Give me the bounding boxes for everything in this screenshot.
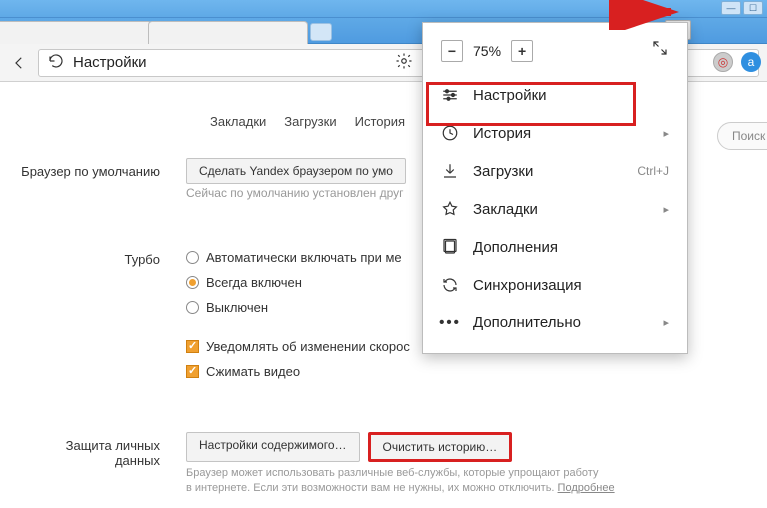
menu-item-settings[interactable]: Настройки [423, 76, 687, 114]
window-maximize-button[interactable]: ☐ [743, 1, 763, 15]
section-label-privacy: Защита личныхданных [0, 438, 160, 468]
checkbox-label: Сжимать видео [206, 364, 300, 379]
make-default-browser-button[interactable]: Сделать Yandex браузером по умо [186, 158, 406, 184]
menu-item-addons[interactable]: Дополнения [423, 228, 687, 266]
chevron-right-icon: ▸ [663, 127, 669, 140]
menu-item-downloads[interactable]: Загрузки Ctrl+J [423, 152, 687, 190]
extension-icon[interactable]: a [741, 52, 761, 72]
settings-search-input[interactable]: Поиск на [717, 122, 767, 150]
sliders-icon [441, 86, 459, 104]
privacy-hint: Браузер может использовать различные веб… [186, 466, 615, 497]
zoom-out-button[interactable]: − [441, 40, 463, 62]
menu-item-label: История [473, 125, 531, 142]
section-label-default-browser: Браузер по умолчанию [0, 164, 160, 179]
default-browser-hint: Сейчас по умолчанию установлен друг [186, 186, 404, 200]
section-label-turbo: Турбо [0, 252, 160, 267]
turbo-radio-always[interactable]: Всегда включен [186, 275, 410, 290]
turbo-check-notify[interactable]: Уведомлять об изменении скорос [186, 339, 410, 354]
menu-item-label: Синхронизация [473, 277, 582, 294]
reload-icon[interactable] [47, 52, 65, 73]
addons-icon [441, 238, 459, 256]
turbo-check-compress[interactable]: Сжимать видео [186, 364, 410, 379]
menu-item-label: Закладки [473, 201, 538, 218]
menu-item-label: Загрузки [473, 163, 533, 180]
radio-label: Выключен [206, 300, 268, 315]
download-icon [441, 162, 459, 180]
annotation-arrow [609, 0, 689, 30]
address-bar-title: Настройки [73, 54, 147, 71]
radio-label: Всегда включен [206, 275, 302, 290]
clear-history-button[interactable]: Очистить историю… [368, 432, 513, 462]
tab-history[interactable]: История [355, 114, 405, 129]
new-tab-button[interactable] [310, 23, 332, 41]
back-button[interactable] [8, 52, 30, 74]
menu-item-label: Дополнительно [473, 314, 581, 331]
menu-shortcut: Ctrl+J [637, 164, 669, 178]
chevron-right-icon: ▸ [663, 316, 669, 329]
chevron-right-icon: ▸ [663, 203, 669, 216]
gear-icon[interactable] [395, 52, 413, 75]
sync-icon [441, 276, 459, 294]
fullscreen-icon[interactable] [651, 39, 669, 62]
menu-item-sync[interactable]: Синхронизация [423, 266, 687, 304]
turbo-radio-auto[interactable]: Автоматически включать при ме [186, 250, 410, 265]
more-icon: ••• [441, 314, 459, 331]
zoom-in-button[interactable]: + [511, 40, 533, 62]
turbo-radio-off[interactable]: Выключен [186, 300, 410, 315]
menu-item-bookmarks[interactable]: Закладки ▸ [423, 190, 687, 228]
checkbox-label: Уведомлять об изменении скорос [206, 339, 410, 354]
history-icon [441, 124, 459, 142]
zoom-value: 75% [473, 43, 501, 59]
browser-tab[interactable] [148, 21, 308, 44]
menu-item-label: Настройки [473, 87, 547, 104]
privacy-more-link[interactable]: Подробнее [558, 482, 615, 494]
content-settings-button[interactable]: Настройки содержимого… [186, 432, 360, 462]
star-icon [441, 200, 459, 218]
browser-tab[interactable] [0, 21, 152, 44]
radio-label: Автоматически включать при ме [206, 250, 402, 265]
menu-item-more[interactable]: ••• Дополнительно ▸ [423, 304, 687, 341]
menu-item-history[interactable]: История ▸ [423, 114, 687, 152]
tab-downloads[interactable]: Загрузки [284, 114, 336, 129]
settings-tabs: Закладки Загрузки История [210, 114, 405, 129]
menu-item-label: Дополнения [473, 239, 558, 256]
main-menu-dropdown: − 75% + Настройки История ▸ Загрузки Ctr… [422, 22, 688, 354]
extension-icon[interactable]: ◎ [713, 52, 733, 72]
window-minimize-button[interactable]: — [721, 1, 741, 15]
tab-bookmarks[interactable]: Закладки [210, 114, 266, 129]
